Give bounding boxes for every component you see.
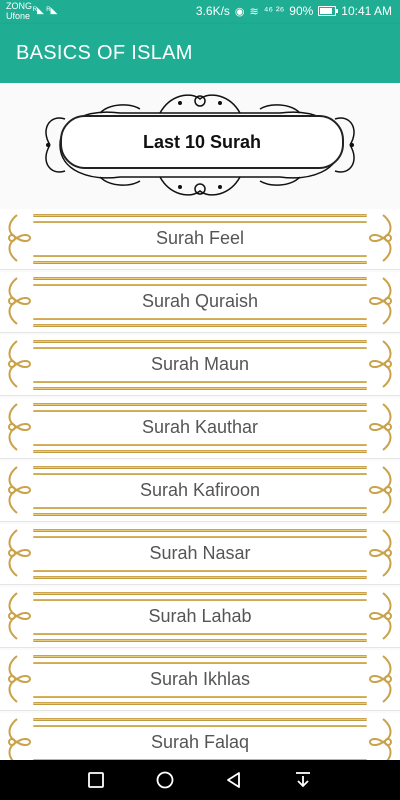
gold-divider bbox=[33, 444, 367, 446]
gold-divider bbox=[33, 662, 367, 664]
surah-item-kauthar[interactable]: Surah Kauthar bbox=[0, 398, 400, 459]
recent-apps-icon[interactable] bbox=[86, 770, 106, 790]
gold-ornament-icon bbox=[8, 403, 32, 451]
gold-divider bbox=[33, 570, 367, 572]
surah-label: Surah Quraish bbox=[141, 291, 259, 311]
gold-ornament-icon bbox=[8, 277, 32, 325]
gold-ornament-icon bbox=[368, 277, 392, 325]
gold-ornament-icon bbox=[368, 592, 392, 640]
gold-ornament-icon bbox=[8, 718, 32, 760]
gold-divider bbox=[33, 221, 367, 223]
carrier-names: ZONG Ufone bbox=[6, 1, 32, 21]
battery-icon bbox=[318, 6, 339, 16]
gold-ornament-icon bbox=[8, 340, 32, 388]
gold-divider bbox=[33, 347, 367, 349]
gold-ornament-icon bbox=[368, 655, 392, 703]
section-title: Last 10 Surah bbox=[60, 115, 344, 169]
surah-label: Surah Nasar bbox=[149, 543, 251, 563]
notification-pull-down-icon[interactable] bbox=[293, 770, 313, 790]
gold-divider bbox=[33, 725, 367, 727]
gold-divider bbox=[33, 403, 367, 406]
gold-divider bbox=[33, 214, 367, 217]
gold-ornament-icon bbox=[8, 592, 32, 640]
surah-item-lahab[interactable]: Surah Lahab bbox=[0, 587, 400, 648]
gold-divider bbox=[33, 466, 367, 469]
home-icon[interactable] bbox=[155, 770, 175, 790]
navigation-bar bbox=[0, 760, 400, 800]
surah-item-kafiroon[interactable]: Surah Kafiroon bbox=[0, 461, 400, 522]
gold-divider bbox=[33, 718, 367, 721]
surah-item-falaq[interactable]: Surah Falaq bbox=[0, 713, 400, 760]
app-title: BASICS OF ISLAM bbox=[16, 42, 193, 64]
gold-divider bbox=[33, 473, 367, 475]
gold-divider bbox=[33, 387, 367, 390]
surah-item-maun[interactable]: Surah Maun bbox=[0, 335, 400, 396]
app-bar: BASICS OF ISLAM bbox=[0, 24, 400, 83]
gold-ornament-icon bbox=[368, 466, 392, 514]
surah-item-nasar[interactable]: Surah Nasar bbox=[0, 524, 400, 585]
gold-divider bbox=[33, 536, 367, 538]
gold-ornament-icon bbox=[368, 340, 392, 388]
eye-icon: ◉ bbox=[234, 5, 245, 18]
gold-divider bbox=[33, 318, 367, 320]
gold-divider bbox=[33, 633, 367, 635]
gold-divider bbox=[33, 696, 367, 698]
gold-divider bbox=[33, 255, 367, 257]
gold-ornament-icon bbox=[8, 655, 32, 703]
gold-divider bbox=[33, 529, 367, 532]
gold-divider bbox=[33, 277, 367, 280]
gold-divider bbox=[33, 324, 367, 327]
surah-item-quraish[interactable]: Surah Quraish bbox=[0, 272, 400, 333]
surah-label: Surah Kauthar bbox=[141, 417, 259, 437]
gold-divider bbox=[33, 592, 367, 595]
gold-divider bbox=[33, 599, 367, 601]
gold-divider bbox=[33, 410, 367, 412]
carrier-1: ZONG bbox=[6, 1, 32, 11]
gold-ornament-icon bbox=[368, 403, 392, 451]
clock: 10:41 AM bbox=[341, 4, 392, 18]
status-right: 3.6K/s ◉ ≋ ⁴⁶ ²⁶ 90% 10:41 AM bbox=[196, 4, 392, 18]
network-speed: 3.6K/s bbox=[195, 4, 230, 18]
surah-label: Surah Feel bbox=[155, 228, 245, 248]
gold-divider bbox=[33, 702, 367, 705]
surah-item-ikhlas[interactable]: Surah Ikhlas bbox=[0, 650, 400, 711]
surah-label: Surah Kafiroon bbox=[139, 480, 261, 500]
surah-label: Surah Lahab bbox=[148, 606, 252, 626]
gold-divider bbox=[33, 381, 367, 383]
gold-divider bbox=[33, 507, 367, 509]
gold-ornament-icon bbox=[8, 214, 32, 262]
gold-divider bbox=[33, 513, 367, 516]
gold-divider bbox=[33, 261, 367, 264]
gold-divider bbox=[33, 639, 367, 642]
gold-ornament-icon bbox=[368, 529, 392, 577]
gold-ornament-icon bbox=[8, 529, 32, 577]
wifi-icon: ≋ bbox=[249, 5, 259, 18]
surah-item-feel[interactable]: Surah Feel bbox=[0, 209, 400, 270]
carrier-2: Ufone bbox=[6, 11, 31, 21]
gold-divider bbox=[33, 576, 367, 579]
gold-divider bbox=[33, 450, 367, 453]
gold-ornament-icon bbox=[368, 214, 392, 262]
back-icon[interactable] bbox=[224, 770, 244, 790]
gold-divider bbox=[33, 655, 367, 658]
status-bar: ZONG Ufone ᴿ◣ ᴿ◣ 3.6K/s ◉ ≋ ⁴⁶ ²⁶ 90% 10… bbox=[0, 0, 400, 24]
signal-icon: ⁴⁶ ²⁶ bbox=[263, 5, 285, 17]
battery-percent: 90% bbox=[289, 4, 314, 18]
gold-divider bbox=[33, 284, 367, 286]
surah-label: Surah Ikhlas bbox=[149, 669, 251, 689]
content-area[interactable]: Last 10 Surah Surah Feel Surah Quraish S… bbox=[0, 83, 400, 760]
gold-divider bbox=[33, 340, 367, 343]
surah-label: Surah Maun bbox=[150, 354, 250, 374]
surah-label: Surah Falaq bbox=[150, 732, 250, 752]
gold-ornament-icon bbox=[8, 466, 32, 514]
gold-ornament-icon bbox=[368, 718, 392, 760]
carrier-signal-icon: ᴿ◣ ᴿ◣ bbox=[33, 5, 58, 15]
